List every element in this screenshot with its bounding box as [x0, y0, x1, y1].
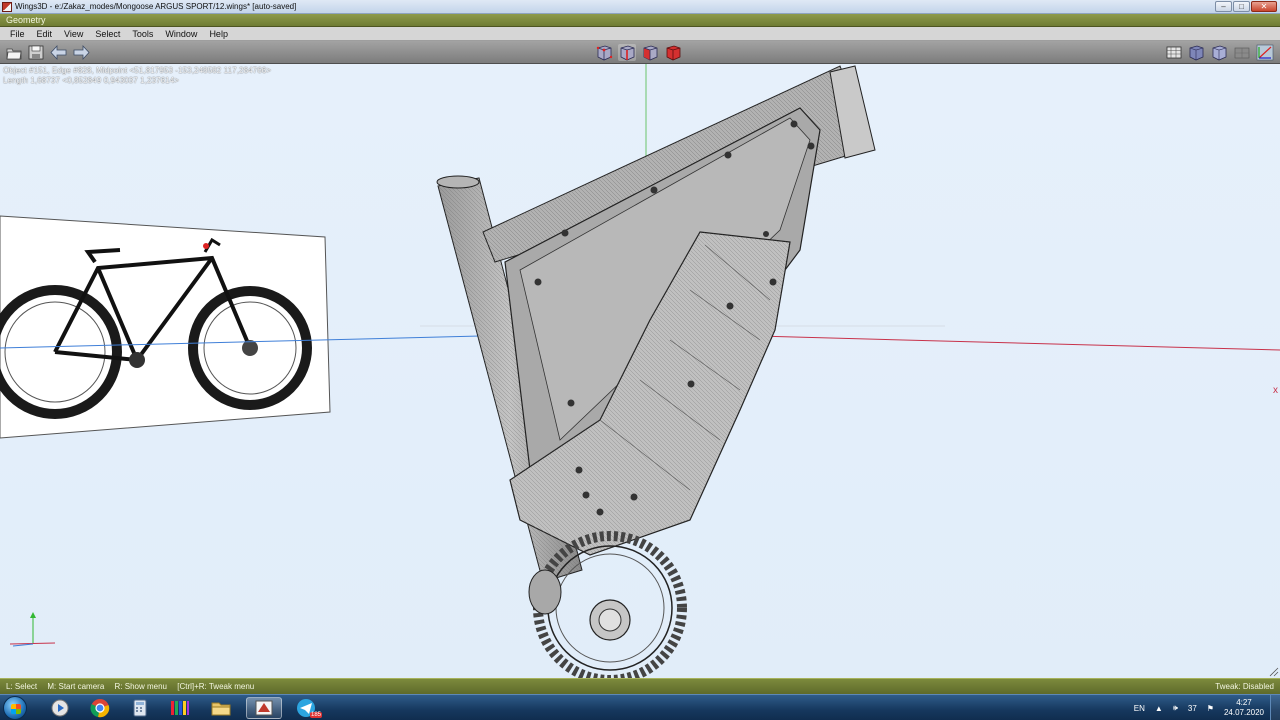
window-title: Wings3D - e:/Zakaz_modes/Mongoose ARGUS … [15, 2, 297, 11]
menu-edit[interactable]: Edit [31, 29, 59, 39]
hint-ctrl-right-click: [Ctrl]+R: Tweak menu [177, 682, 255, 691]
calculator-icon[interactable] [122, 697, 158, 719]
undo-arrow-icon[interactable] [50, 44, 68, 61]
geometry-window-header[interactable]: Geometry [0, 14, 1280, 27]
system-tray: EN ▲ 🕪 37 ⚑ 4:27 24.07.2020 [1134, 695, 1280, 720]
3d-viewport[interactable]: x [0, 64, 1280, 678]
vertex-mode-icon[interactable] [595, 44, 613, 61]
body-mode-icon[interactable] [664, 44, 682, 61]
action-center-icon[interactable]: ⚑ [1207, 704, 1214, 713]
wings3d-app-icon[interactable] [2, 2, 12, 12]
scene-canvas[interactable]: x [0, 64, 1280, 678]
window-controls: – □ ✕ [1215, 1, 1277, 12]
hint-right-click: R: Show menu [114, 682, 167, 691]
edge-mode-icon[interactable] [618, 44, 636, 61]
color-picker-icon[interactable] [162, 697, 198, 719]
geometry-label: Geometry [6, 15, 46, 25]
folder-icon[interactable] [203, 697, 239, 719]
telegram-icon[interactable]: 185 [288, 697, 324, 719]
media-player-icon[interactable] [42, 697, 78, 719]
smooth-shading-icon[interactable] [1187, 44, 1205, 61]
clock-date: 24.07.2020 [1223, 708, 1264, 717]
clock[interactable]: 4:27 24.07.2020 [1224, 698, 1264, 718]
menu-file[interactable]: File [4, 29, 31, 39]
hint-middle-click: M: Start camera [47, 682, 105, 691]
close-button[interactable]: ✕ [1251, 1, 1277, 12]
tweak-status[interactable]: Tweak: Disabled [1215, 682, 1274, 691]
hint-left-click: L: Select [6, 682, 38, 691]
fat-bike-reference-photo[interactable] [0, 215, 331, 439]
redo-arrow-icon[interactable] [72, 44, 90, 61]
menu-select[interactable]: Select [89, 29, 126, 39]
groundplane-icon[interactable] [1165, 44, 1183, 61]
windows-taskbar: 185 EN ▲ 🕪 37 ⚑ 4:27 24.07.2020 [0, 694, 1280, 720]
menu-bar: File Edit View Select Tools Window Help [0, 27, 1280, 41]
selection-info-line-1: Object #151, Edge #828, Midpoint <51,817… [3, 66, 272, 75]
telegram-unread-badge: 185 [309, 712, 322, 718]
menu-help[interactable]: Help [203, 29, 234, 39]
x-axis-label: x [1273, 385, 1278, 396]
menu-view[interactable]: View [58, 29, 89, 39]
clock-time: 4:27 [1236, 698, 1252, 707]
minimize-button[interactable]: – [1215, 1, 1232, 12]
open-file-icon[interactable] [5, 44, 23, 61]
mouse-hints: L: Select M: Start camera R: Show menu [… [6, 682, 262, 691]
axes-icon[interactable] [1256, 44, 1274, 61]
wireframe-icon[interactable] [1210, 44, 1228, 61]
window-title-bar[interactable]: Wings3D - e:/Zakaz_modes/Mongoose ARGUS … [0, 0, 1280, 14]
face-mode-icon[interactable] [641, 44, 659, 61]
chrome-icon[interactable] [82, 697, 118, 719]
maximize-button[interactable]: □ [1233, 1, 1250, 12]
speaker-icon[interactable]: 🕪 [1173, 703, 1178, 713]
volume-level: 37 [1187, 703, 1197, 713]
menu-window[interactable]: Window [159, 29, 203, 39]
selection-info-line-2: Length 1,68737 <0,852849 0,943037 1,2376… [3, 76, 180, 85]
status-bar: L: Select M: Start camera R: Show menu [… [0, 678, 1280, 694]
toolbar [0, 41, 1280, 64]
menu-tools[interactable]: Tools [126, 29, 159, 39]
tray-expand-icon[interactable]: ▲ [1155, 704, 1163, 713]
mini-axis-indicator [9, 612, 56, 647]
show-desktop-button[interactable] [1270, 695, 1280, 720]
language-indicator[interactable]: EN [1134, 704, 1145, 713]
axes-toggle-icon[interactable] [1233, 44, 1251, 61]
save-file-icon[interactable] [27, 44, 45, 61]
resize-grip-icon[interactable] [1269, 667, 1279, 677]
ebike-frame-model[interactable] [436, 65, 876, 678]
start-button[interactable] [3, 696, 27, 720]
wings3d-icon[interactable] [246, 697, 282, 719]
